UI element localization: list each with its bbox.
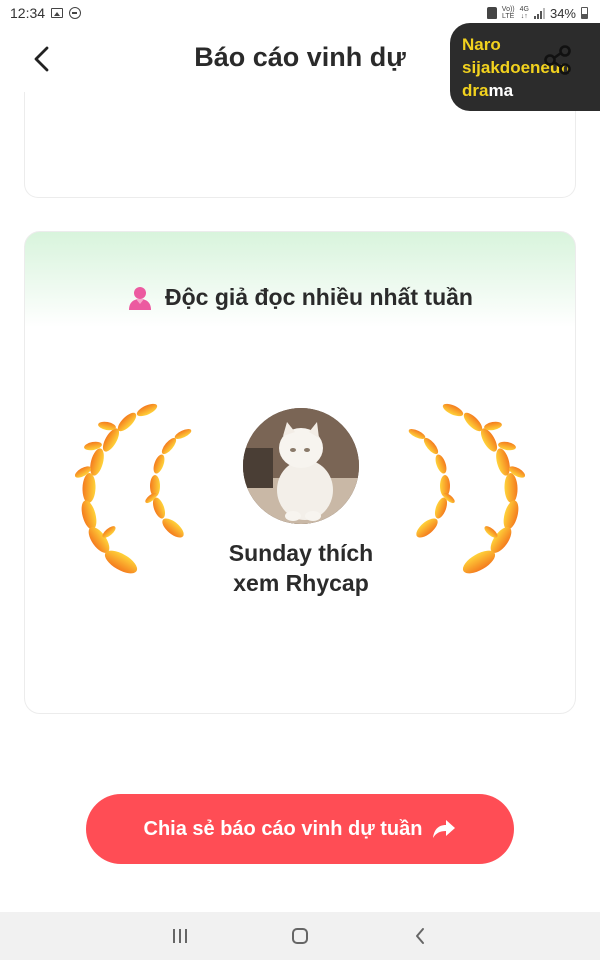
home-icon: [292, 928, 308, 944]
share-button[interactable]: [536, 40, 580, 80]
card-heading: Độc giả đọc nhiều nhất tuần: [25, 284, 575, 311]
cat-photo: [243, 408, 359, 524]
alarm-icon: [486, 7, 497, 19]
back-nav-button[interactable]: [395, 916, 445, 956]
signal-strength-icon: [533, 7, 545, 19]
status-time: 12:34: [10, 5, 46, 21]
do-not-disturb-icon: [69, 7, 82, 19]
recent-apps-button[interactable]: [155, 916, 205, 956]
laurel-right-icon: [408, 403, 525, 574]
recent-apps-icon: [173, 929, 187, 943]
volte-indicator: Vo)) LTE: [501, 6, 515, 20]
system-nav-bar: [0, 912, 600, 960]
bubble-line-3: drama: [462, 81, 514, 100]
battery-icon: [581, 7, 588, 19]
network-generation-indicator: 4G ↓↑: [519, 6, 529, 20]
card-heading-text: Độc giả đọc nhiều nhất tuần: [165, 284, 473, 310]
gallery-notification-icon: [51, 8, 64, 18]
top-reader-card: Độc giả đọc nhiều nhất tuần Sunday thích…: [24, 231, 576, 714]
share-report-button[interactable]: Chia sẻ báo cáo vinh dự tuần: [86, 794, 514, 864]
battery-percent: 34%: [549, 5, 576, 21]
share-report-label: Chia sẻ báo cáo vinh dự tuần: [143, 817, 423, 840]
back-nav-icon: [416, 928, 424, 944]
reader-avatar[interactable]: [243, 408, 359, 524]
home-button[interactable]: [275, 916, 325, 956]
share-icon: [544, 45, 571, 75]
share-arrow-icon: [433, 820, 456, 838]
reader-icon: [129, 286, 152, 310]
